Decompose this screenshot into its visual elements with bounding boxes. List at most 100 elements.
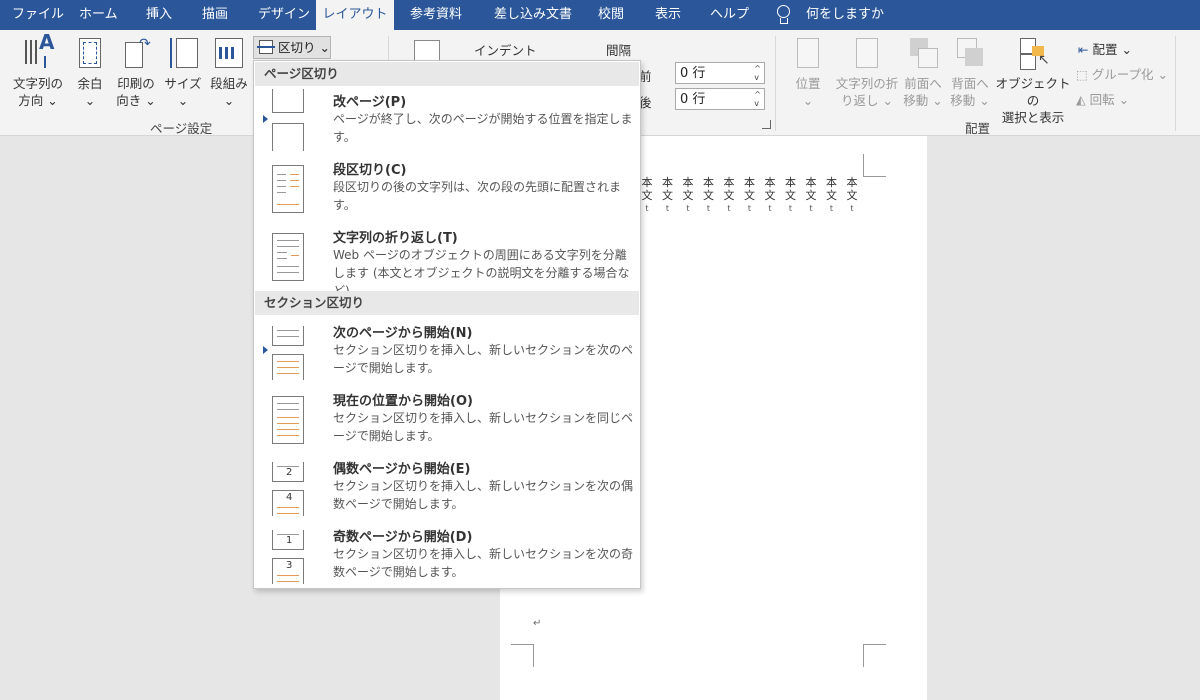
spacing-before-input[interactable]: 0 行 ^ v	[675, 62, 765, 84]
group-button[interactable]: ⬚ グループ化 ⌄	[1076, 64, 1168, 83]
orientation-button[interactable]: ↷ 印刷の 向き ⌄	[112, 36, 160, 109]
size-button[interactable]: サイズ ⌄	[163, 36, 203, 109]
align-icon: ⇤	[1078, 42, 1089, 57]
tab-design[interactable]: デザイン	[258, 0, 310, 30]
tab-home[interactable]: ホーム	[79, 0, 118, 30]
text-direction-label2: 方向 ⌄	[18, 93, 58, 108]
spacing-after-input[interactable]: 0 行 ^ v	[675, 88, 765, 110]
arrange-group-label: 配置	[965, 121, 991, 136]
menu-item-title: 文字列の折り返し(T)	[333, 231, 458, 246]
columns-icon	[214, 36, 244, 72]
menu-item-continuous[interactable]: 現在の位置から開始(O) セクション区切りを挿入し、新しいセクションを同じページ…	[255, 386, 639, 454]
page-number-label: 4	[286, 492, 293, 503]
body-char: 本	[703, 176, 714, 189]
ruby-char: t	[645, 204, 649, 213]
breaks-label: 区切り ⌄	[278, 40, 330, 55]
body-char: 文	[764, 189, 776, 202]
menu-item-column-break[interactable]: 段区切り(C) 段区切りの後の文字列は、次の段の先頭に配置されます。	[255, 155, 639, 223]
columns-label2: ⌄	[223, 93, 235, 108]
ribbon-tab-bar: ファイル ホーム 挿入 描画 デザイン レイアウト 参考資料 差し込み文書 校閲…	[0, 0, 1200, 31]
crop-mark	[511, 644, 534, 667]
tell-me-search[interactable]: 何をしますか	[806, 0, 884, 30]
lightbulb-icon[interactable]	[776, 5, 790, 25]
tab-draw[interactable]: 描画	[202, 0, 228, 30]
group-separator	[775, 36, 776, 131]
body-char: 文	[744, 189, 755, 202]
align-button[interactable]: ⇤ 配置 ⌄	[1078, 39, 1132, 58]
menu-item-title: 段区切り(C)	[333, 163, 407, 178]
menu-item-odd-page[interactable]: 1 3 奇数ページから開始(D) セクション区切りを挿入し、新しいセクションを次…	[255, 522, 639, 590]
page-number-label: 3	[286, 560, 293, 571]
vertical-text-column: 本文t	[661, 176, 675, 215]
menu-item-page-break[interactable]: 改ページ(P) ページが終了し、次のページが開始する位置を指定します。	[255, 87, 639, 155]
menu-item-desc: セクション区切りを挿入し、新しいセクションを次の奇数ページで開始します。	[333, 547, 634, 579]
spacing-label: 間隔	[606, 43, 632, 58]
menu-item-desc: ページが終了し、次のページが開始する位置を指定します。	[333, 112, 633, 144]
vertical-text-column: 本文t	[804, 176, 818, 215]
vertical-text-column: 本文t	[681, 176, 695, 215]
size-label2: ⌄	[177, 93, 189, 108]
group-icon: ⬚	[1076, 67, 1088, 82]
vertical-text-column: 本文t	[763, 176, 777, 215]
text-direction-label: 文字列の	[12, 76, 63, 91]
rotate-button[interactable]: ◭ 回転 ⌄	[1076, 89, 1129, 108]
tab-help[interactable]: ヘルプ	[710, 0, 749, 30]
menu-item-even-page[interactable]: 2 4 偶数ページから開始(E) セクション区切りを挿入し、新しいセクションを次…	[255, 454, 639, 522]
menu-item-title: 次のページから開始(N)	[333, 326, 473, 341]
ruby-char: t	[829, 204, 834, 213]
position-button[interactable]: 位置 ⌄	[788, 36, 828, 109]
vertical-text-column: 本文t	[722, 176, 736, 215]
indent-label: インデント	[474, 43, 537, 58]
spinner-arrows-icon[interactable]: ^ v	[754, 64, 761, 82]
margins-label2: ⌄	[84, 93, 96, 108]
selection-pane-label: オブジェクトの	[995, 76, 1071, 108]
wrap-text-button[interactable]: 文字列の折 り返し ⌄	[832, 36, 902, 109]
wrap-text-icon	[852, 36, 882, 72]
orientation-label: 印刷の	[117, 76, 155, 91]
text-direction-button[interactable]: A 文字列の 方向 ⌄	[8, 32, 68, 109]
send-backward-button[interactable]: 背面へ 移動 ⌄	[949, 36, 991, 109]
tab-mailings[interactable]: 差し込み文書	[494, 0, 572, 30]
orientation-label2: 向き ⌄	[116, 93, 156, 108]
menu-item-title: 改ページ(P)	[333, 95, 407, 110]
ruby-char: t	[850, 204, 854, 213]
margins-label: 余白	[77, 76, 103, 91]
ruby-char: t	[686, 204, 690, 213]
bring-forward-button[interactable]: 前面へ 移動 ⌄	[903, 36, 943, 109]
body-char: 本	[764, 176, 776, 189]
menu-item-desc: セクション区切りを挿入し、新しいセクションを同じページで開始します。	[333, 411, 634, 443]
body-char: 本	[805, 176, 817, 189]
paragraph-launcher-icon[interactable]	[762, 120, 771, 129]
tab-file[interactable]: ファイル	[12, 0, 64, 30]
columns-button[interactable]: 段組み ⌄	[206, 36, 252, 109]
send-backward-label2: 移動 ⌄	[950, 93, 990, 108]
orientation-icon: ↷	[121, 36, 151, 72]
body-char: 本	[846, 176, 858, 189]
tab-layout[interactable]: レイアウト	[316, 0, 394, 31]
tab-insert[interactable]: 挿入	[146, 0, 172, 30]
body-char: 本	[785, 176, 796, 189]
position-icon	[793, 36, 823, 72]
tab-review[interactable]: 校閲	[598, 0, 624, 30]
spacing-after-value: 0 行	[680, 92, 706, 107]
ruby-char: t	[747, 204, 752, 213]
body-char: 本	[723, 176, 735, 189]
page-setup-group-label: ページ設定	[150, 121, 213, 136]
breaks-button[interactable]: 区切り ⌄	[253, 36, 331, 59]
odd-page-section-icon: 1 3	[269, 524, 309, 586]
selection-pane-button[interactable]: ↖ オブジェクトの 選択と表示	[994, 36, 1072, 126]
body-char: 文	[805, 189, 817, 202]
crop-mark	[863, 644, 886, 667]
menu-item-next-page[interactable]: 次のページから開始(N) セクション区切りを挿入し、新しいセクションを次のページ…	[255, 318, 639, 386]
tab-references[interactable]: 参考資料	[410, 0, 462, 30]
paragraph-mark-icon: ↵	[533, 618, 542, 629]
margins-button[interactable]: 余白 ⌄	[72, 36, 108, 109]
tab-view[interactable]: 表示	[655, 0, 681, 30]
align-label: 配置 ⌄	[1092, 42, 1132, 57]
body-char: 文	[723, 189, 735, 202]
ruby-char: t	[788, 204, 793, 213]
page-break-icon	[263, 89, 309, 151]
menu-item-text-wrapping[interactable]: 文字列の折り返し(T) Web ページのオブジェクトの周囲にある文字列を分離しま…	[255, 223, 639, 298]
page-breaks-header: ページ区切り	[255, 62, 639, 86]
spinner-arrows-icon[interactable]: ^ v	[754, 90, 761, 108]
